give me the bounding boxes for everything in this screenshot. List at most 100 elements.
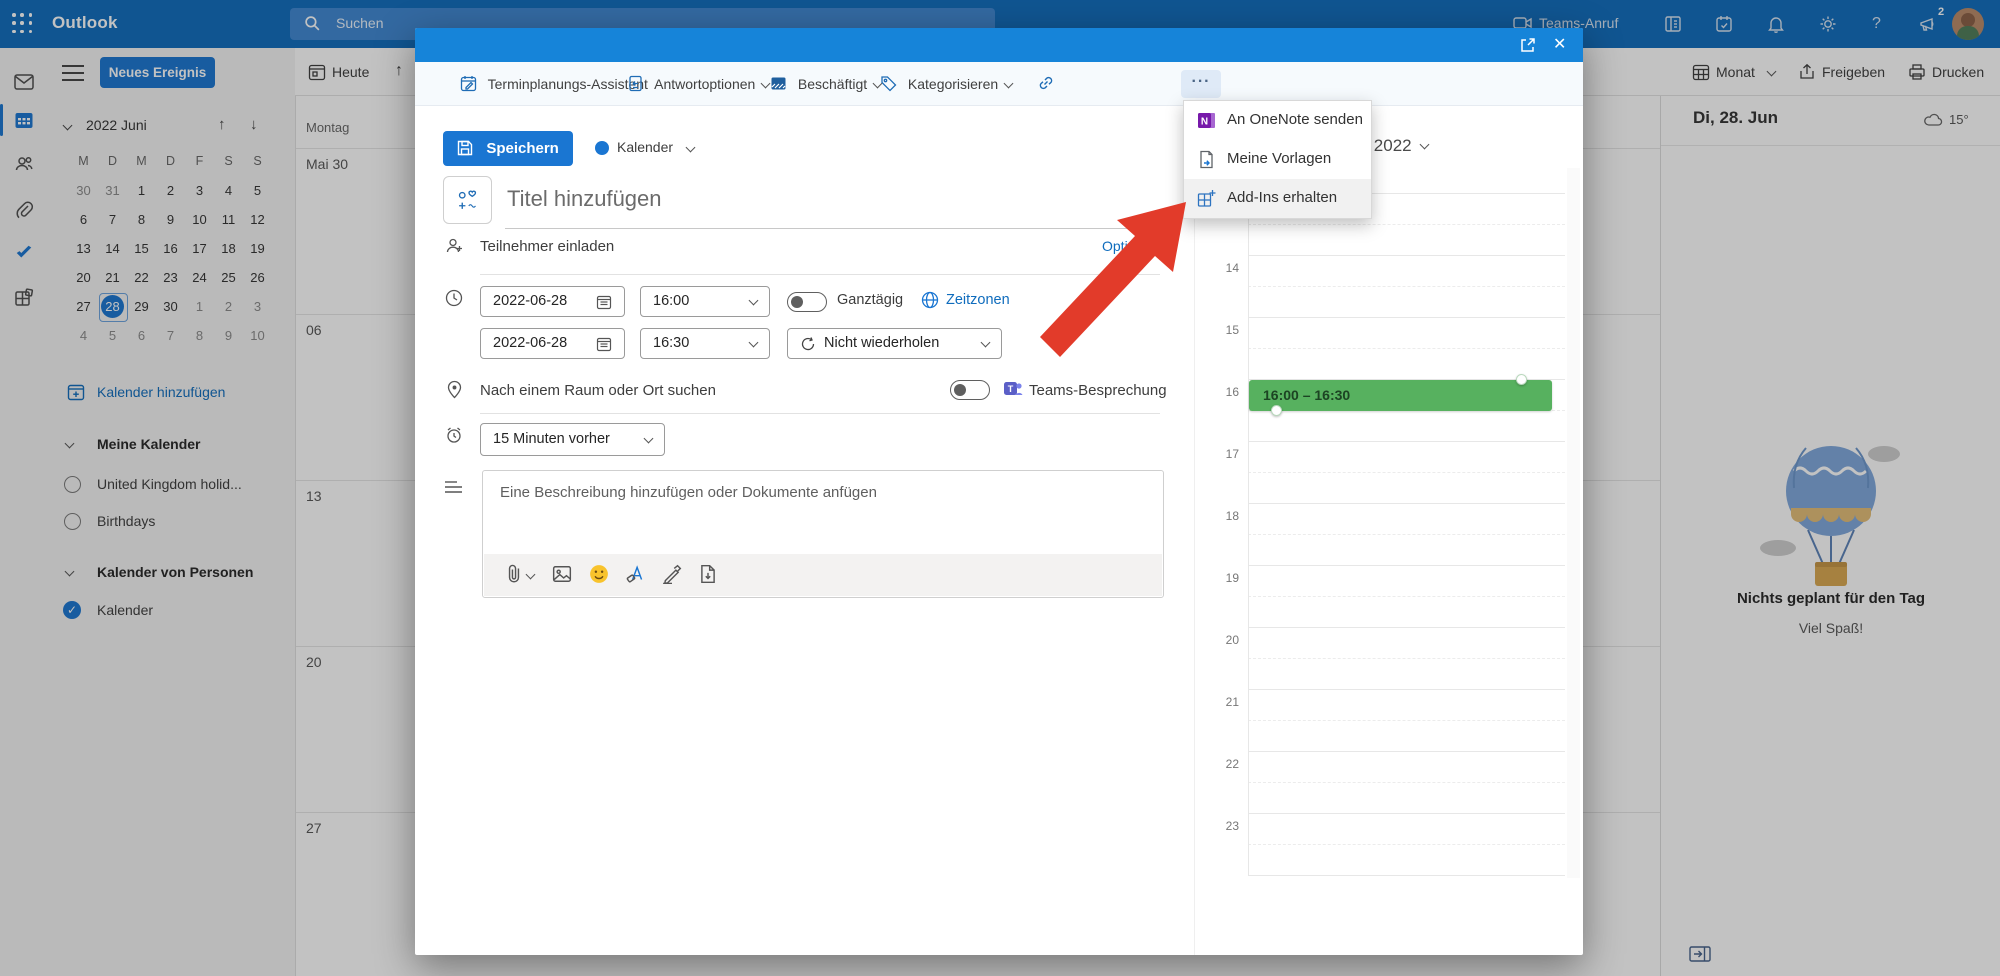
attach-icon[interactable] [506, 564, 522, 584]
clear-formatting-icon[interactable] [626, 564, 646, 584]
half-hour-line [1248, 472, 1565, 473]
response-options-button[interactable]: Antwortoptionen [627, 69, 769, 99]
repeat-select[interactable]: Nicht wiederholen [787, 328, 1002, 359]
svg-text:N: N [1201, 117, 1208, 128]
half-hour-line [1248, 224, 1565, 225]
chevron-down-icon [686, 143, 696, 153]
scheduling-assistant-button[interactable]: Terminplanungs-Assistent [460, 69, 648, 99]
teams-icon: T [1003, 379, 1023, 399]
hour-label: 18 [1195, 509, 1239, 523]
template-icon [1197, 150, 1216, 169]
location-pin-icon [446, 380, 463, 399]
emoji-icon[interactable] [589, 564, 609, 584]
hour-label: 14 [1195, 261, 1239, 275]
save-icon [457, 140, 473, 156]
hour-label: 17 [1195, 447, 1239, 461]
start-time-select[interactable]: 16:00 [640, 286, 770, 317]
description-placeholder: Eine Beschreibung hinzufügen oder Dokume… [500, 484, 877, 501]
addins-icon [1197, 189, 1216, 208]
hour-line [1248, 813, 1565, 814]
calendar-color-dot [595, 141, 609, 155]
chevron-down-icon [749, 338, 759, 348]
hour-line [1248, 317, 1565, 318]
hour-line [1248, 689, 1565, 690]
half-hour-line [1248, 844, 1565, 845]
chevron-down-icon [644, 434, 654, 444]
attendees-input[interactable]: Teilnehmer einladen [480, 238, 614, 255]
more-options-button[interactable]: ··· [1181, 70, 1221, 98]
more-options-menu: N An OneNote senden Meine Vorlagen Add-I… [1183, 100, 1372, 219]
date-picker-icon[interactable] [596, 336, 612, 352]
event-resize-handle-top[interactable] [1516, 374, 1527, 385]
categorize-icon [880, 75, 897, 92]
description-icon [444, 480, 463, 494]
menu-item-send-to-onenote[interactable]: N An OneNote senden [1184, 101, 1371, 140]
timezones-globe-icon [921, 291, 939, 309]
reminder-alarm-icon [445, 426, 463, 444]
end-date-input[interactable]: 2022-06-28 [480, 328, 625, 359]
busy-status-icon [770, 75, 787, 92]
date-picker-icon[interactable] [596, 294, 612, 310]
half-hour-line [1248, 782, 1565, 783]
description-editor[interactable]: Eine Beschreibung hinzufügen oder Dokume… [482, 470, 1164, 598]
calendar-picker[interactable]: Kalender [617, 139, 673, 155]
hour-line [1248, 627, 1565, 628]
invite-attendees-icon [445, 237, 464, 256]
save-button[interactable]: Speichern [443, 131, 573, 166]
link-button[interactable] [1037, 69, 1062, 99]
scrollbar[interactable] [1567, 168, 1580, 878]
hour-line [1248, 751, 1565, 752]
hour-label: 19 [1195, 571, 1239, 585]
all-day-label: Ganztägig [837, 292, 903, 308]
scheduling-assistant-icon [460, 75, 477, 92]
half-hour-line [1248, 658, 1565, 659]
onenote-icon: N [1197, 111, 1216, 130]
hour-label: 22 [1195, 757, 1239, 771]
popout-icon[interactable] [1519, 36, 1537, 54]
event-resize-handle-bottom[interactable] [1271, 405, 1282, 416]
editor-toolbar [484, 554, 1162, 596]
half-hour-line [1248, 348, 1565, 349]
chevron-down-icon [1004, 79, 1014, 89]
repeat-icon [800, 336, 816, 352]
chevron-down-icon[interactable] [526, 570, 536, 580]
half-hour-line [1248, 534, 1565, 535]
end-time-select[interactable]: 16:30 [640, 328, 770, 359]
location-input[interactable]: Nach einem Raum oder Ort suchen [480, 382, 716, 399]
dialog-title-bar: ✕ [415, 28, 1583, 62]
teams-meeting-toggle[interactable] [950, 380, 990, 400]
insert-image-icon[interactable] [552, 564, 572, 584]
charm-picker-icon [457, 190, 478, 211]
calendar-event-block[interactable]: 16:00 – 16:30 [1249, 380, 1552, 411]
half-hour-line [1248, 286, 1565, 287]
divider [480, 413, 1160, 414]
chevron-down-icon [1420, 140, 1430, 150]
teams-meeting-label: Teams-Besprechung [1029, 382, 1167, 399]
time-gutter-line [1248, 193, 1249, 875]
start-date-input[interactable]: 2022-06-28 [480, 286, 625, 317]
hour-line [1248, 565, 1565, 566]
optional-link[interactable]: Optional [1102, 238, 1154, 254]
categorize-button[interactable]: Kategorisieren [880, 69, 1012, 99]
all-day-toggle[interactable] [787, 292, 827, 312]
title-input[interactable]: Titel hinzufügen [507, 186, 662, 212]
chevron-down-icon [981, 338, 991, 348]
hour-line [1248, 255, 1565, 256]
timezones-link[interactable]: Zeitzonen [946, 292, 1010, 308]
svg-text:T: T [1008, 384, 1014, 394]
hour-line [1248, 875, 1565, 876]
outlook-calendar-window: Outlook Suchen Teams-Anruf ? 2 Neues Ere… [0, 0, 2000, 976]
hour-label: 21 [1195, 695, 1239, 709]
draw-pen-icon[interactable] [662, 564, 682, 584]
reminder-select[interactable]: 15 Minuten vorher [480, 423, 665, 456]
menu-item-get-add-ins[interactable]: Add-Ins erhalten [1184, 179, 1371, 218]
insert-document-icon[interactable] [699, 564, 717, 584]
link-icon [1037, 74, 1055, 92]
menu-item-my-templates[interactable]: Meine Vorlagen [1184, 140, 1371, 179]
half-hour-line [1248, 596, 1565, 597]
busy-status-button[interactable]: Beschäftigt [770, 69, 881, 99]
hour-label: 16 [1195, 385, 1239, 399]
close-icon[interactable]: ✕ [1553, 34, 1566, 54]
event-compose-dialog: ✕ Terminplanungs-Assistent Antwortoption… [415, 28, 1583, 955]
charm-picker-button[interactable] [443, 176, 492, 224]
